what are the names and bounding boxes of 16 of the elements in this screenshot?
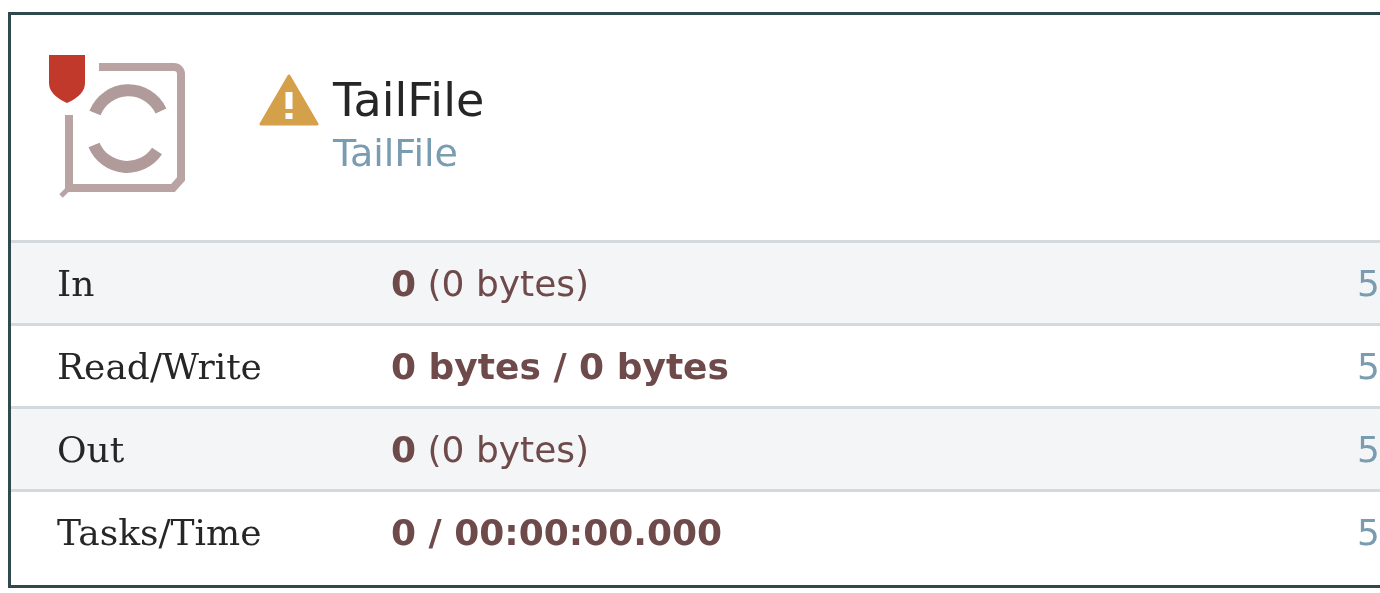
stat-label: Read/Write <box>56 345 263 387</box>
stat-value: 5 <box>1357 428 1380 470</box>
stat-label: Out <box>56 428 126 470</box>
stat-value: 5 <box>1357 511 1380 553</box>
stat-value: 0 (0 bytes) <box>391 428 591 470</box>
processor-icon <box>59 63 185 198</box>
processor-name: TailFile <box>333 72 485 129</box>
stat-label: Tasks/Time <box>56 511 263 553</box>
processor-card[interactable]: TailFile TailFile In 0 (0 bytes) 5 Read/Write 0 bytes / 0 bytes 5 Out 0 (0 bytes) 5 Tasks/Time 0 / 00:00:00.000 5 <box>8 12 1380 588</box>
stat-value: 0 / 00:00:00.000 <box>391 511 724 553</box>
stat-value: 5 <box>1357 345 1380 387</box>
stat-value: 5 <box>1357 262 1380 304</box>
stat-label: In <box>56 262 96 304</box>
processor-type: TailFile <box>333 130 459 177</box>
stat-value: 0 (0 bytes) <box>391 262 591 304</box>
stat-value: 0 bytes / 0 bytes <box>391 345 730 387</box>
